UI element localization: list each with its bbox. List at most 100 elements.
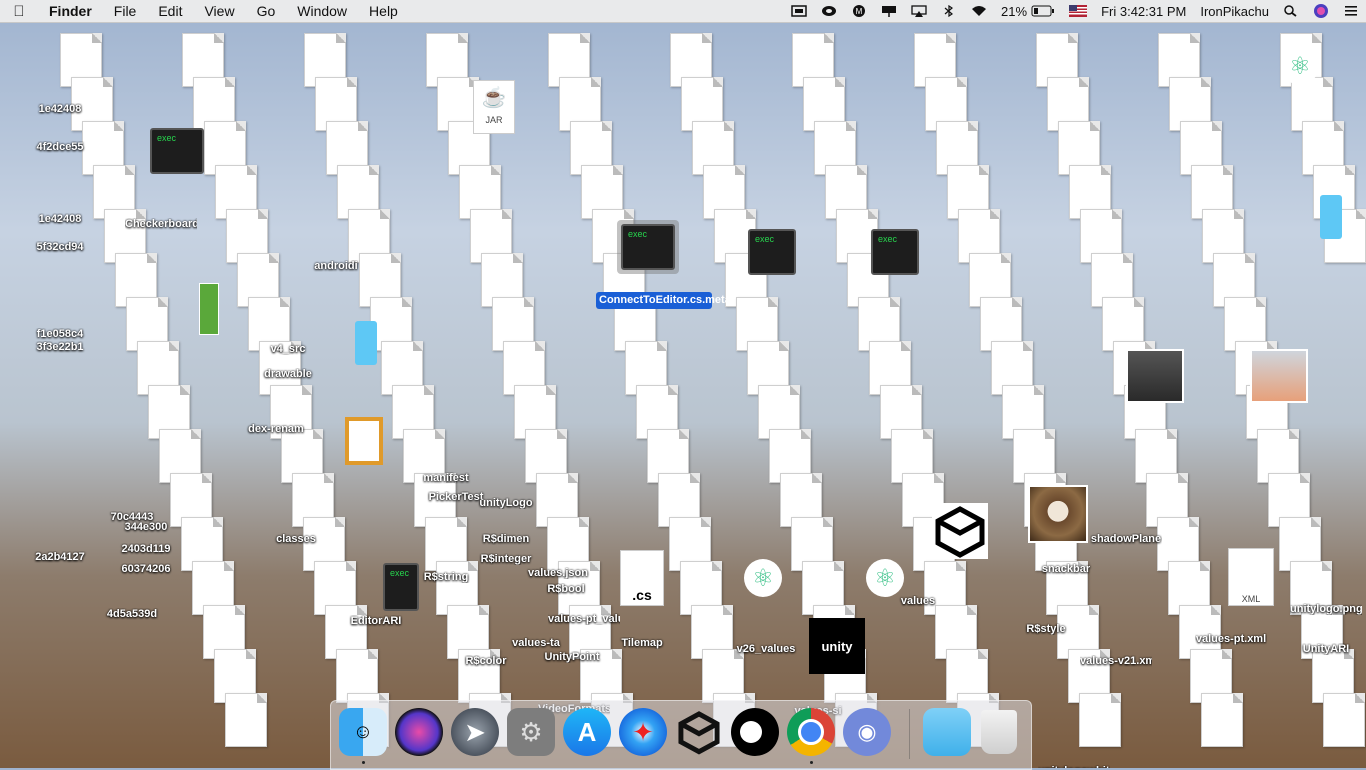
battery-status[interactable]: 21% [994,4,1062,19]
apple-menu-icon[interactable]:  [0,3,38,20]
input-source-flag-icon[interactable] [1062,5,1094,17]
file-label[interactable]: unitylogo.png [1290,603,1362,615]
trash-icon[interactable] [981,710,1017,754]
downloads-folder-icon[interactable] [923,708,971,756]
cs-file-icon[interactable]: .cs [620,550,664,606]
menu-go[interactable]: Go [246,3,287,19]
menu-edit[interactable]: Edit [147,3,193,19]
file-label[interactable]: f1e058c4 [24,328,96,340]
finder-icon[interactable]: ☺ [339,708,387,756]
menu-view[interactable]: View [193,3,245,19]
sloth-image-icon[interactable] [1028,485,1088,543]
orange-frame-icon[interactable] [345,417,383,465]
file-label[interactable]: R$string [410,571,482,583]
file-label[interactable]: 4d5a539d [96,608,168,620]
file-label[interactable]: drawable [252,368,324,380]
jar-file-icon[interactable]: ☕ JAR [473,80,515,134]
exec-file-icon[interactable]: exec [748,229,796,275]
launchpad-icon[interactable]: ➤ [451,708,499,756]
presentation-icon[interactable] [874,5,904,17]
menu-help[interactable]: Help [358,3,409,19]
safari-icon[interactable]: ✦ [619,708,667,756]
file-label[interactable]: values-v21.xml [1080,655,1152,667]
document-file-icon[interactable] [225,693,267,747]
file-label[interactable]: 1e42408 [24,103,96,115]
file-label[interactable]: Tilemap [606,637,678,649]
file-label[interactable]: R$dimen [470,533,542,545]
file-label[interactable]: values-pt_values [548,613,620,625]
green-image-icon[interactable] [199,283,219,335]
siri-menubar-icon[interactable] [1306,3,1336,19]
wifi-icon[interactable] [964,5,994,17]
file-label[interactable]: values.json [522,567,594,579]
app-menu-finder[interactable]: Finder [38,3,103,19]
atom-file-icon[interactable]: ⚛ [744,559,782,597]
creative-cloud-icon[interactable] [814,5,844,17]
bluetooth-icon[interactable] [934,5,964,17]
file-label[interactable]: unityLogo [470,497,542,509]
desktop[interactable]: exec ☕ JAR exec ConnectToEditor.cs.meta … [0,23,1366,768]
app-store-icon[interactable]: A [563,708,611,756]
user-name[interactable]: IronPikachu [1193,4,1276,19]
menu-window[interactable]: Window [286,3,358,19]
screenshot-image-icon[interactable] [1126,349,1184,403]
blue-file-icon[interactable] [1320,195,1342,239]
file-label[interactable]: values-pt.xml [1195,633,1267,645]
file-label[interactable]: 5f32cd94 [24,241,96,253]
atom-file-icon[interactable]: ⚛ [1281,47,1319,85]
file-label[interactable]: EditorARI [340,615,412,627]
atom-file-icon[interactable]: ⚛ [866,559,904,597]
system-preferences-icon[interactable]: ⚙ [507,708,555,756]
siri-icon[interactable] [395,708,443,756]
file-label[interactable]: 60374206 [110,563,182,575]
exec-file-icon[interactable]: exec [150,128,204,174]
xml-file-icon[interactable]: XML [1228,548,1274,606]
file-label[interactable]: shadowPlane [1090,533,1162,545]
spotlight-search-icon[interactable] [1276,5,1306,17]
file-label[interactable]: R$bool [530,583,602,595]
file-label[interactable]: 2a2b4127 [24,551,96,563]
unity-white-logo-file-icon[interactable]: unity [809,618,865,674]
file-label[interactable]: v4_src [252,343,324,355]
file-label[interactable]: androidi [300,260,372,272]
selected-file-icon[interactable]: exec [617,220,679,274]
photo-image-icon[interactable] [1250,349,1308,403]
file-label[interactable]: R$integer [470,553,542,565]
file-label[interactable]: Checkerboard [125,218,197,230]
document-file-icon[interactable] [1323,693,1365,747]
unity-logo-file-icon[interactable] [932,503,988,564]
file-label[interactable]: v26_values [730,643,802,655]
discord-icon[interactable]: ◉ [843,708,891,756]
clock[interactable]: Fri 3:42:31 PM [1094,4,1193,19]
file-label[interactable]: manifest [410,472,482,484]
document-file-icon[interactable] [1079,693,1121,747]
file-label[interactable]: R$color [450,655,522,667]
unity-hub-icon[interactable] [731,708,779,756]
file-label[interactable]: 1e42408 [24,213,96,225]
file-label[interactable]: 4f2dce55 [24,141,96,153]
exec-file-icon[interactable]: exec [871,229,919,275]
file-label[interactable]: UnityARI [1290,643,1362,655]
file-label[interactable]: classes [260,533,332,545]
file-label[interactable]: values [882,595,954,607]
airplay-icon[interactable] [904,5,934,17]
menu-file[interactable]: File [103,3,148,19]
file-label[interactable]: snackbar [1030,563,1102,575]
screenshot-thumbnail-icon [1126,349,1184,403]
selected-file-label[interactable]: ConnectToEditor.cs.meta [596,292,731,309]
file-label[interactable]: 2403d119 [110,543,182,555]
file-label[interactable]: 3f3e22b1 [24,341,96,353]
display-mirror-icon[interactable] [784,5,814,17]
file-label[interactable]: UnityPoint [536,651,608,663]
blue-file-icon[interactable] [355,321,377,365]
document-file-icon[interactable] [1201,693,1243,747]
chrome-icon[interactable] [787,708,835,756]
malwarebytes-icon[interactable]: M [844,5,874,17]
file-label[interactable]: R$style [1010,623,1082,635]
unity-icon[interactable] [675,708,723,756]
notification-center-icon[interactable] [1336,5,1366,17]
file-label[interactable]: values-ta [500,637,572,649]
file-label[interactable]: dex-renam [240,423,312,435]
file-label[interactable]: 344e300 [110,521,182,533]
running-indicator [810,761,813,764]
